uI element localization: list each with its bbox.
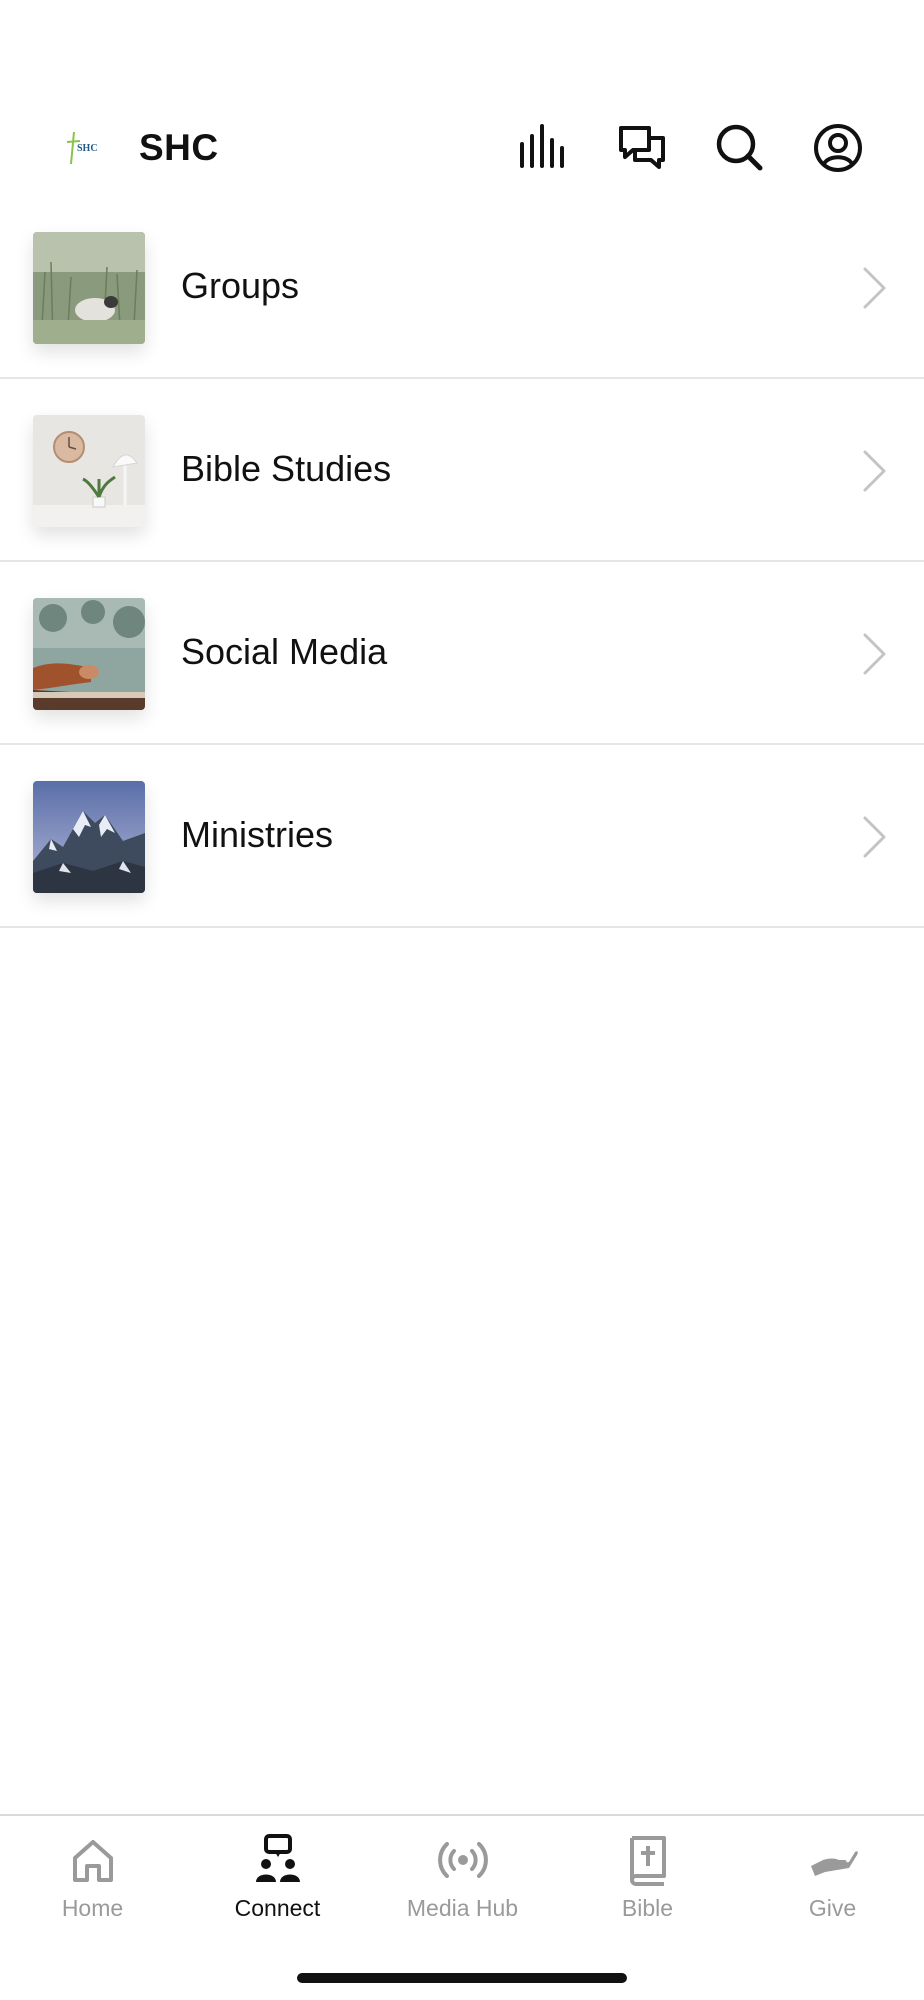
connect-icon [250, 1832, 306, 1888]
list-item-label: Groups [181, 265, 300, 306]
list-item-label: Social Media [181, 631, 388, 672]
tab-give[interactable]: Give [740, 1832, 924, 1932]
tab-label: Connect [234, 1895, 321, 1921]
sheep-in-grass-photo [33, 232, 145, 344]
church-logo: SHC [64, 128, 104, 168]
tab-label: Home [61, 1895, 124, 1921]
chat-icon[interactable] [617, 122, 669, 174]
stats-icon[interactable] [518, 122, 570, 174]
search-icon[interactable] [714, 122, 766, 174]
app-header: SHC SHC [0, 100, 924, 196]
list-item-groups[interactable]: Groups [0, 196, 924, 379]
list-item-bible-studies[interactable]: Bible Studies [0, 379, 924, 562]
snowy-mountain-photo [33, 781, 145, 893]
screen: SHC SHC Groups Bible Studies Social Medi… [0, 0, 924, 2000]
tab-label: Bible [621, 1895, 674, 1921]
profile-icon[interactable] [812, 122, 864, 174]
tab-home[interactable]: Home [0, 1832, 185, 1932]
home-indicator[interactable] [297, 1973, 627, 1983]
list-item-social-media[interactable]: Social Media [0, 562, 924, 745]
list-item-label: Bible Studies [181, 448, 392, 489]
list-item-ministries[interactable]: Ministries [0, 745, 924, 928]
chevron-right-icon [862, 632, 888, 676]
chevron-right-icon [862, 815, 888, 859]
home-icon [65, 1832, 121, 1888]
connect-list: Groups Bible Studies Social Media Minist… [0, 196, 924, 928]
praying-hands-photo [33, 598, 145, 710]
give-hand-icon [805, 1832, 861, 1888]
tab-connect[interactable]: Connect [185, 1832, 370, 1932]
tab-label: Give [808, 1895, 857, 1921]
chevron-right-icon [862, 449, 888, 493]
list-item-label: Ministries [181, 814, 334, 855]
svg-text:SHC: SHC [77, 143, 98, 154]
clock-and-lamp-photo [33, 415, 145, 527]
tab-bible[interactable]: Bible [555, 1832, 740, 1932]
app-title: SHC [139, 127, 219, 168]
bible-icon [620, 1832, 676, 1888]
tab-media-hub[interactable]: Media Hub [370, 1832, 555, 1932]
chevron-right-icon [862, 266, 888, 310]
broadcast-icon [435, 1832, 491, 1888]
tab-label: Media Hub [406, 1895, 519, 1921]
